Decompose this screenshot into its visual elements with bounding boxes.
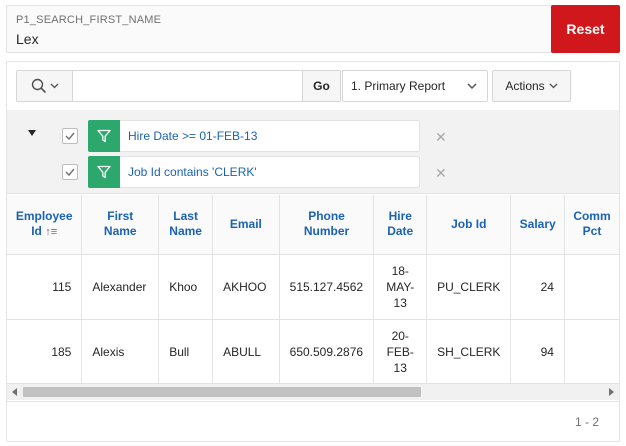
column-header-label: Name <box>169 224 202 239</box>
report-footer: 1 - 2 <box>7 401 619 441</box>
collapse-filters-icon[interactable] <box>28 130 36 136</box>
cell-commission-pct <box>564 254 619 320</box>
chevron-down-icon <box>467 83 477 89</box>
funnel-icon <box>97 129 111 143</box>
column-header-commission-pct[interactable]: Comm Pct <box>564 195 619 255</box>
report-search-input[interactable] <box>73 71 302 101</box>
search-first-name-label: P1_SEARCH_FIRST_NAME <box>16 14 162 26</box>
column-search-menu-button[interactable] <box>17 71 73 101</box>
cell-employee-id: 115 <box>7 254 83 320</box>
search-icon <box>31 78 46 94</box>
cell-employee-id: 185 <box>7 319 83 383</box>
search-first-name-input[interactable]: Lex <box>16 31 39 47</box>
hire-date-part: 18- <box>391 263 409 278</box>
column-header-label: Job Id <box>451 216 487 231</box>
column-header-label: Last <box>173 209 198 224</box>
filter-text[interactable]: Hire Date >= 01-FEB-13 <box>120 129 257 143</box>
reset-button[interactable]: Reset <box>551 5 620 53</box>
cell-email: ABULL <box>212 319 280 383</box>
column-header-job-id[interactable]: Job Id <box>426 195 512 255</box>
report-table: Employee Id ↑≡ First Name Last Name Email P… <box>7 195 619 383</box>
hire-date-part: 13 <box>393 295 407 310</box>
column-header-email[interactable]: Email <box>212 195 280 255</box>
cell-job-id: PU_CLERK <box>426 254 512 320</box>
funnel-icon <box>97 165 111 179</box>
column-header-label: Employee <box>15 208 73 223</box>
cell-hire-date: 18- MAY- 13 <box>373 254 428 320</box>
hire-date-part: FEB- <box>386 344 414 359</box>
cell-first-name: Alexis <box>81 319 160 383</box>
table-header-row: Employee Id ↑≡ First Name Last Name Email P… <box>7 195 619 255</box>
chevron-down-icon <box>549 83 558 89</box>
column-header-label: Number <box>303 224 350 239</box>
column-header-first-name[interactable]: First Name <box>81 195 160 255</box>
column-header-label: Name <box>103 224 137 239</box>
interactive-report: Go 1. Primary Report Actions Hire Date >… <box>6 61 620 442</box>
column-header-label: Id <box>31 223 42 238</box>
column-header-hire-date[interactable]: Hire Date <box>373 195 428 255</box>
filter-enable-checkbox[interactable] <box>62 164 78 180</box>
chevron-down-icon <box>50 83 58 89</box>
filter-type-badge <box>88 156 120 188</box>
actions-menu-button[interactable]: Actions <box>492 70 571 102</box>
sort-ascending-icon: ↑≡ <box>45 225 58 238</box>
column-header-salary[interactable]: Salary <box>510 195 565 255</box>
cell-job-id: SH_CLERK <box>426 319 512 383</box>
cell-commission-pct <box>564 319 619 383</box>
table-row: 115 Alexander Khoo AKHOO 515.127.4562 18… <box>7 254 619 320</box>
checkmark-icon <box>65 168 75 176</box>
cell-phone-number: 515.127.4562 <box>279 254 375 320</box>
column-header-label: Comm <box>573 209 611 224</box>
search-first-name-region: P1_SEARCH_FIRST_NAME Lex Reset <box>6 5 620 53</box>
table-row: 185 Alexis Bull ABULL 650.509.2876 20- FE… <box>7 319 619 383</box>
filter-row: Job Id contains 'CLERK' ✕ <box>62 156 447 188</box>
report-toolbar: Go 1. Primary Report Actions <box>7 62 619 110</box>
report-filters-panel: Hire Date >= 01-FEB-13 ✕ Job Id contains… <box>7 110 619 194</box>
hire-date-part: MAY- <box>386 279 415 294</box>
report-search-bar: Go <box>16 70 341 102</box>
column-header-label: Salary <box>519 216 556 231</box>
filter-type-badge <box>88 120 120 152</box>
column-header-label: First <box>107 209 134 224</box>
saved-report-select[interactable]: 1. Primary Report <box>342 70 488 102</box>
cell-last-name: Khoo <box>158 254 214 320</box>
column-header-label: Pct <box>582 224 602 239</box>
actions-button-label: Actions <box>505 79 545 93</box>
hire-date-part: 13 <box>393 360 407 375</box>
cell-phone-number: 650.509.2876 <box>279 319 375 383</box>
column-header-employee-id[interactable]: Employee Id ↑≡ <box>7 195 83 255</box>
column-header-label: Hire <box>388 209 412 224</box>
scrollbar-thumb[interactable] <box>23 387 421 397</box>
checkmark-icon <box>65 132 75 140</box>
cell-hire-date: 20- FEB- 13 <box>373 319 428 383</box>
go-button[interactable]: Go <box>302 71 340 101</box>
cell-salary: 94 <box>510 319 565 383</box>
cell-first-name: Alexander <box>81 254 160 320</box>
filter-pill[interactable]: Hire Date >= 01-FEB-13 <box>88 120 420 152</box>
saved-report-selected-value: 1. Primary Report <box>351 79 446 93</box>
cell-salary: 24 <box>510 254 565 320</box>
column-header-label: Phone <box>308 209 345 224</box>
filter-pill[interactable]: Job Id contains 'CLERK' <box>88 156 420 188</box>
hire-date-part: 20- <box>391 328 409 343</box>
scroll-left-arrow-icon[interactable] <box>12 388 17 396</box>
report-table-container: Employee Id ↑≡ First Name Last Name Email P… <box>7 195 619 383</box>
cell-last-name: Bull <box>158 319 214 383</box>
pagination-range: 1 - 2 <box>574 415 599 429</box>
filter-text[interactable]: Job Id contains 'CLERK' <box>120 165 257 179</box>
column-header-phone-number[interactable]: Phone Number <box>279 195 375 255</box>
scroll-right-arrow-icon[interactable] <box>609 388 614 396</box>
horizontal-scrollbar[interactable] <box>7 383 619 400</box>
column-header-label: Date <box>387 224 414 239</box>
column-header-label: Email <box>229 216 262 231</box>
remove-filter-icon[interactable]: ✕ <box>435 129 447 146</box>
filter-enable-checkbox[interactable] <box>62 128 78 144</box>
cell-email: AKHOO <box>212 254 280 320</box>
filter-row: Hire Date >= 01-FEB-13 ✕ <box>62 120 447 152</box>
remove-filter-icon[interactable]: ✕ <box>435 165 447 182</box>
column-header-last-name[interactable]: Last Name <box>158 195 214 255</box>
